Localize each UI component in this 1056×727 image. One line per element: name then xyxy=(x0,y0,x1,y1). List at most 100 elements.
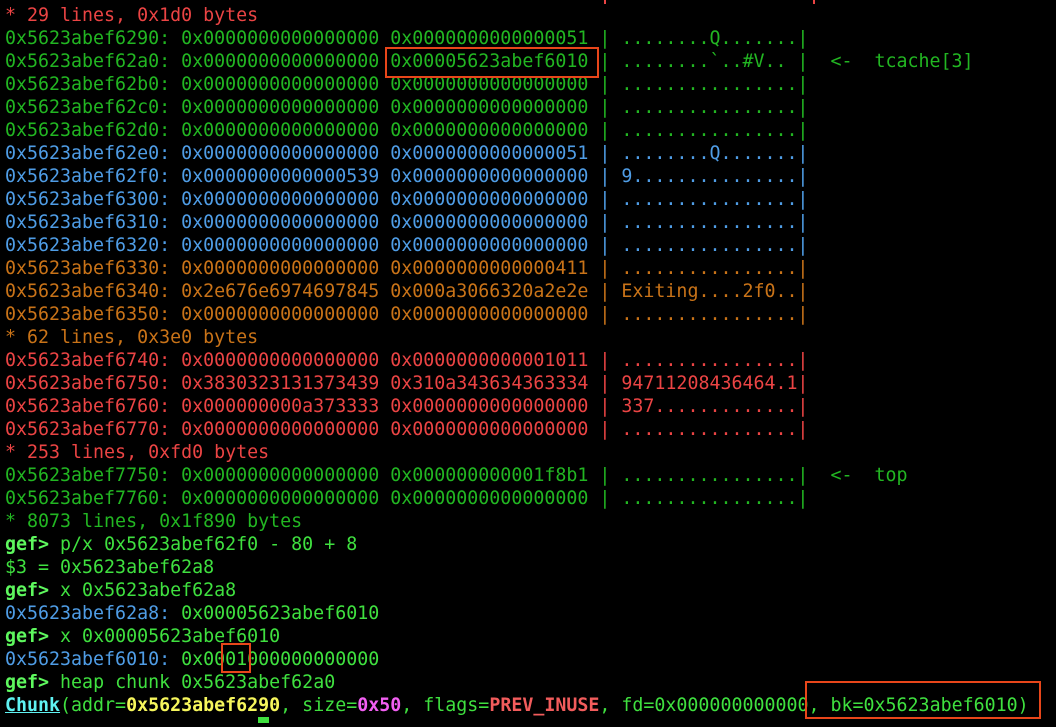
row-address: 0x5623abef62d0: xyxy=(5,120,171,141)
ascii-dump: 94711208436464.1 xyxy=(621,373,798,394)
memory-value: 0x0001000000000000 xyxy=(181,649,379,670)
gef-prompt: gef> xyxy=(5,580,50,601)
ascii-dump: 9............... xyxy=(621,166,798,187)
ascii-dump: ................ xyxy=(621,419,798,440)
ascii-dump: 337............. xyxy=(621,396,798,417)
chunk-fd: , fd=0x000000000000 xyxy=(599,695,809,716)
chunk-flags-key: , flags= xyxy=(401,695,490,716)
memory-address: 0x5623abef6010: xyxy=(5,649,171,670)
hexdump-row: 0x5623abef6340: 0x2e676e6974697845 0x000… xyxy=(5,281,809,302)
qword-2: 0x000000000001f8b1 xyxy=(390,465,589,486)
qword-1: 0x0000000000000539 xyxy=(181,166,380,187)
qword-2: 0x0000000000000000 xyxy=(390,166,589,187)
qword-2: 0x0000000000000000 xyxy=(390,212,589,233)
qword-2: 0x0000000000000000 xyxy=(390,97,589,118)
chunk-size: 0x50 xyxy=(357,695,402,716)
qword-2: 0x000a3066320a2e2e xyxy=(390,281,589,302)
command-output: 0x5623abef62a8: 0x00005623abef6010 xyxy=(5,602,1056,625)
qword-2: 0x310a343634363334 xyxy=(390,373,589,394)
qword-2: 0x00005623abef6010 xyxy=(390,51,589,72)
qword-1: 0x0000000000000000 xyxy=(181,74,380,95)
tcache-count-highlight: 01 xyxy=(225,649,248,670)
hexdump-row: 0x5623abef6350: 0x0000000000000000 0x000… xyxy=(5,304,809,325)
qword-2: 0x0000000000000000 xyxy=(390,488,589,509)
qword-2: 0x0000000000000051 xyxy=(390,143,589,164)
hexdump-row: 0x5623abef6750: 0x3830323131373439 0x310… xyxy=(5,373,809,394)
command-output: 0x5623abef6010: 0x0001000000000000 xyxy=(5,648,1056,671)
qword-1: 0x2e676e6974697845 xyxy=(181,281,380,302)
summary-line: * 29 lines, 0x1d0 bytes xyxy=(5,5,259,26)
command-output: $3 = 0x5623abef62a8 xyxy=(5,557,215,578)
qword-2: 0x0000000000000051 xyxy=(390,28,589,49)
ascii-dump: ........Q....... xyxy=(621,28,798,49)
row-address: 0x5623abef6330: xyxy=(5,258,171,279)
command-line: gef> p/x 0x5623abef62f0 - 80 + 8 xyxy=(5,533,1056,556)
qword-2: 0x0000000000001011 xyxy=(390,350,589,371)
command-text: x 0x00005623abef6010 xyxy=(60,626,281,647)
chunk-label: Chunk xyxy=(5,695,61,716)
hexdump-row: 0x5623abef7760: 0x0000000000000000 0x000… xyxy=(5,488,809,509)
chunk-addr: 0x5623abef6290 xyxy=(126,695,281,716)
summary-line: * 8073 lines, 0x1f890 bytes xyxy=(5,511,303,532)
chunk-flags: PREV_INUSE xyxy=(489,695,600,716)
row-address: 0x5623abef6750: xyxy=(5,373,171,394)
chunk-annotation: <- top xyxy=(830,465,908,486)
qword-1: 0x0000000000000000 xyxy=(181,51,380,72)
ascii-dump: ................ xyxy=(621,465,798,486)
ascii-dump: ................ xyxy=(621,189,798,210)
qword-2: 0x0000000000000411 xyxy=(390,258,589,279)
value-prefix: 0x00 xyxy=(181,649,226,670)
row-address: 0x5623abef62a0: xyxy=(5,51,171,72)
hexdump-row: 0x5623abef6330: 0x0000000000000000 0x000… xyxy=(5,258,809,279)
input-line[interactable] xyxy=(5,717,1056,727)
qword-1: 0x0000000000000000 xyxy=(181,488,380,509)
chunk-bk: , bk=0x5623abef6010) xyxy=(808,695,1029,716)
summary-line: * 253 lines, 0xfd0 bytes xyxy=(5,442,270,463)
command-text: p/x 0x5623abef62f0 - 80 + 8 xyxy=(60,534,358,555)
memory-value: 0x00005623abef6010 xyxy=(181,603,380,624)
hexdump-row: 0x5623abef6310: 0x0000000000000000 0x000… xyxy=(5,212,809,233)
hexdump-row: 0x5623abef6760: 0x000000000a373333 0x000… xyxy=(5,396,809,417)
ascii-dump: ................ xyxy=(621,258,798,279)
ascii-dump: ................ xyxy=(621,97,798,118)
row-address: 0x5623abef62c0: xyxy=(5,97,171,118)
row-address: 0x5623abef6340: xyxy=(5,281,171,302)
ascii-dump: ........Q....... xyxy=(621,143,798,164)
qword-2: 0x0000000000000000 xyxy=(390,120,589,141)
row-address: 0x5623abef6350: xyxy=(5,304,171,325)
hexdump-row: 0x5623abef62c0: 0x0000000000000000 0x000… xyxy=(5,97,809,118)
row-address: 0x5623abef62b0: xyxy=(5,74,171,95)
row-address: 0x5623abef62e0: xyxy=(5,143,171,164)
qword-1: 0x0000000000000000 xyxy=(181,465,380,486)
qword-1: 0x0000000000000000 xyxy=(181,212,380,233)
ascii-dump: ................ xyxy=(621,488,798,509)
hexdump-row: 0x5623abef62b0: 0x0000000000000000 0x000… xyxy=(5,74,809,95)
qword-1: 0x0000000000000000 xyxy=(181,189,380,210)
hexdump-row: 0x5623abef6300: 0x0000000000000000 0x000… xyxy=(5,189,809,210)
chunk-output: Chunk(addr=0x5623abef6290, size=0x50, fl… xyxy=(5,694,1056,717)
row-address: 0x5623abef6760: xyxy=(5,396,171,417)
ascii-dump: Exiting....2f0.. xyxy=(621,281,798,302)
qword-2: 0x0000000000000000 xyxy=(390,189,589,210)
hexdump-row: 0x5623abef6290: 0x0000000000000000 0x000… xyxy=(5,28,809,49)
qword-2: 0x0000000000000000 xyxy=(390,74,589,95)
hexdump-row: 0x5623abef62f0: 0x0000000000000539 0x000… xyxy=(5,166,809,187)
row-address: 0x5623abef62f0: xyxy=(5,166,171,187)
hexdump-row: 0x5623abef62d0: 0x0000000000000000 0x000… xyxy=(5,120,809,141)
row-address: 0x5623abef6310: xyxy=(5,212,171,233)
terminal-output[interactable]: * 29 lines, 0x1d0 bytes 0x5623abef6290: … xyxy=(5,4,1056,727)
chunk-size-key: , size= xyxy=(280,695,358,716)
memory-address: 0x5623abef62a8: xyxy=(5,603,171,624)
hexdump-row: 0x5623abef6770: 0x0000000000000000 0x000… xyxy=(5,419,809,440)
row-address: 0x5623abef6740: xyxy=(5,350,171,371)
qword-1: 0x3830323131373439 xyxy=(181,373,380,394)
ascii-dump: ........`..#V.. xyxy=(621,51,787,72)
hexdump-row: 0x5623abef7750: 0x0000000000000000 0x000… xyxy=(5,465,908,486)
ascii-dump: ................ xyxy=(621,212,798,233)
row-address: 0x5623abef7750: xyxy=(5,465,171,486)
row-address: 0x5623abef7760: xyxy=(5,488,171,509)
qword-1: 0x0000000000000000 xyxy=(181,258,380,279)
qword-1: 0x0000000000000000 xyxy=(181,120,380,141)
gef-prompt: gef> xyxy=(5,672,50,693)
ascii-dump: ................ xyxy=(621,235,798,256)
